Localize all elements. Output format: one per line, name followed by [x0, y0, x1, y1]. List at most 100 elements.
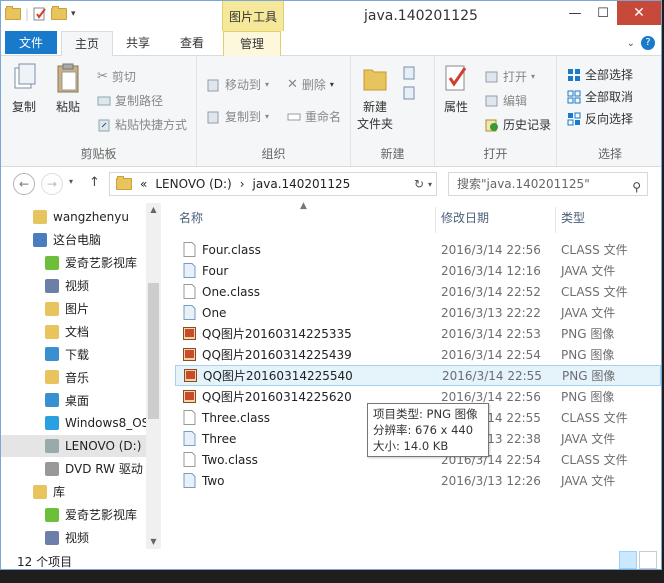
select-none-button[interactable]: 全部取消	[567, 88, 633, 105]
windows-drive-icon	[45, 416, 59, 431]
nav-item[interactable]: 库	[1, 481, 147, 503]
png-image-icon	[183, 390, 196, 403]
nav-item-label: 视频	[65, 279, 90, 294]
nav-item[interactable]: LENOVO (D:)	[1, 435, 147, 457]
file-row[interactable]: One 2016/3/13 22:22 JAVA 文件	[175, 302, 661, 323]
nav-item[interactable]: 桌面	[1, 389, 147, 411]
chevron-down-icon[interactable]: ▾	[428, 180, 432, 189]
nav-item[interactable]: wangzhenyu	[1, 206, 147, 228]
file-icon	[183, 242, 196, 257]
column-header-type[interactable]: 类型	[561, 209, 585, 226]
nav-scrollbar[interactable]: ▲ ▼	[146, 203, 161, 549]
folder-icon[interactable]	[5, 6, 21, 20]
nav-item-label: 爱奇艺影视库	[65, 256, 138, 271]
organize-group: 移动到 ▾ 复制到 ▾ ✕ 删除 ▾ 重命名 组织	[197, 56, 351, 166]
chevron-down-icon[interactable]: ▾	[71, 9, 76, 19]
move-to-button[interactable]: 移动到 ▾	[207, 76, 269, 93]
back-button[interactable]: ←	[13, 173, 35, 195]
search-input[interactable]: 搜索"java.140201125" ⚲	[448, 172, 648, 196]
details-view-icon[interactable]	[619, 551, 637, 569]
help-icon[interactable]: ?	[641, 36, 655, 50]
invert-selection-button[interactable]: 反向选择	[567, 110, 633, 127]
cut-button[interactable]: ✂ 剪切	[97, 68, 136, 85]
chevron-down-icon[interactable]: ⌄	[627, 38, 635, 49]
easy-access-icon[interactable]	[403, 86, 419, 100]
scroll-up-icon[interactable]: ▲	[146, 203, 161, 217]
column-separator[interactable]	[435, 207, 436, 233]
delete-button[interactable]: ✕ 删除 ▾	[287, 76, 334, 93]
file-row[interactable]: QQ图片20160314225540 2016/3/14 22:55 PNG 图像	[175, 365, 661, 386]
nav-item[interactable]: DVD RW 驱动	[1, 458, 147, 480]
close-button[interactable]: ✕	[617, 1, 661, 25]
new-item-icon[interactable]	[403, 66, 419, 80]
forward-button[interactable]: →	[41, 173, 63, 195]
tooltip-size: 大小: 14.0 KB	[373, 439, 449, 453]
file-row[interactable]: Two 2016/3/13 12:26 JAVA 文件	[175, 470, 661, 491]
nav-item[interactable]: 文档	[1, 321, 147, 343]
copy-button[interactable]: 复制	[11, 62, 37, 115]
minimize-button[interactable]: —	[561, 1, 589, 25]
file-row[interactable]: QQ图片20160314225335 2016/3/14 22:53 PNG 图像	[175, 323, 661, 344]
properties-check-icon[interactable]	[33, 7, 47, 21]
scroll-thumb[interactable]	[148, 283, 159, 419]
tooltip-resolution: 分辨率: 676 x 440	[373, 423, 474, 437]
move-to-icon	[207, 79, 219, 91]
tab-view[interactable]: 查看	[167, 31, 217, 55]
large-icons-view-icon[interactable]	[639, 551, 657, 569]
nav-item[interactable]: 音乐	[1, 366, 147, 388]
open-label: 打开	[503, 70, 528, 84]
file-row[interactable]: Four.class 2016/3/14 22:56 CLASS 文件	[175, 239, 661, 260]
address-bar[interactable]: « LENOVO (D:) › java.140201125 ▾	[109, 172, 437, 196]
file-row[interactable]: QQ图片20160314225439 2016/3/14 22:54 PNG 图像	[175, 344, 661, 365]
edit-button[interactable]: 编辑	[485, 92, 527, 109]
cut-label: 剪切	[111, 70, 136, 84]
history-button[interactable]: 历史记录	[485, 116, 551, 133]
select-all-button[interactable]: 全部选择	[567, 66, 633, 83]
paste-shortcut-button[interactable]: 粘贴快捷方式	[97, 116, 187, 133]
copy-path-button[interactable]: 复制路径	[97, 92, 163, 109]
column-header-date[interactable]: 修改日期	[441, 209, 489, 226]
recent-locations-icon[interactable]: ▾	[69, 177, 73, 186]
open-button[interactable]: 打开 ▾	[485, 68, 535, 85]
paste-shortcut-icon	[98, 119, 110, 131]
refresh-icon[interactable]: ↻	[414, 177, 424, 191]
file-type: JAVA 文件	[561, 432, 616, 446]
paste-button[interactable]: 粘贴	[55, 62, 81, 115]
new-folder-icon[interactable]	[51, 6, 68, 20]
path-segment-drive[interactable]: LENOVO (D:)	[155, 177, 231, 191]
tab-file[interactable]: 文件	[5, 31, 57, 54]
column-separator[interactable]	[555, 207, 556, 233]
nav-item[interactable]: 视频	[1, 527, 147, 549]
up-arrow-icon[interactable]: ↑	[89, 175, 100, 190]
rename-button[interactable]: 重命名	[287, 108, 341, 125]
path-separator[interactable]: ›	[240, 177, 245, 191]
properties-button[interactable]: 属性	[443, 62, 469, 115]
nav-item[interactable]: 图片	[1, 298, 147, 320]
scroll-down-icon[interactable]: ▼	[146, 535, 161, 549]
chevron-down-icon: ▾	[531, 72, 536, 81]
nav-item[interactable]: 视频	[1, 275, 147, 297]
new-folder-button[interactable]: 新建 文件夹	[357, 62, 393, 132]
video-folder-icon	[45, 278, 59, 293]
tab-manage[interactable]: 管理	[223, 31, 281, 56]
maximize-button[interactable]: ☐	[589, 1, 617, 25]
file-row[interactable]: Four 2016/3/14 12:16 JAVA 文件	[175, 260, 661, 281]
file-date: 2016/3/13 22:22	[441, 305, 541, 320]
tab-share[interactable]: 共享	[113, 31, 163, 55]
nav-item-label: 库	[53, 485, 66, 500]
nav-item[interactable]: 爱奇艺影视库	[1, 504, 147, 526]
tab-home[interactable]: 主页	[61, 31, 113, 57]
column-header-name[interactable]: 名称	[179, 209, 203, 226]
file-row[interactable]: One.class 2016/3/14 22:52 CLASS 文件	[175, 281, 661, 302]
path-overflow[interactable]: «	[140, 177, 147, 191]
file-name: Two	[202, 473, 225, 488]
path-segment-folder[interactable]: java.140201125	[253, 177, 351, 191]
nav-item[interactable]: 下载	[1, 343, 147, 365]
copy-path-label: 复制路径	[115, 94, 164, 108]
window-controls: — ☐ ✕	[561, 1, 661, 25]
nav-item[interactable]: Windows8_OS	[1, 412, 147, 434]
nav-item[interactable]: 这台电脑	[1, 229, 147, 251]
nav-item[interactable]: 爱奇艺影视库	[1, 252, 147, 274]
nav-item-label: 下载	[65, 347, 90, 362]
copy-to-button[interactable]: 复制到 ▾	[207, 108, 269, 125]
